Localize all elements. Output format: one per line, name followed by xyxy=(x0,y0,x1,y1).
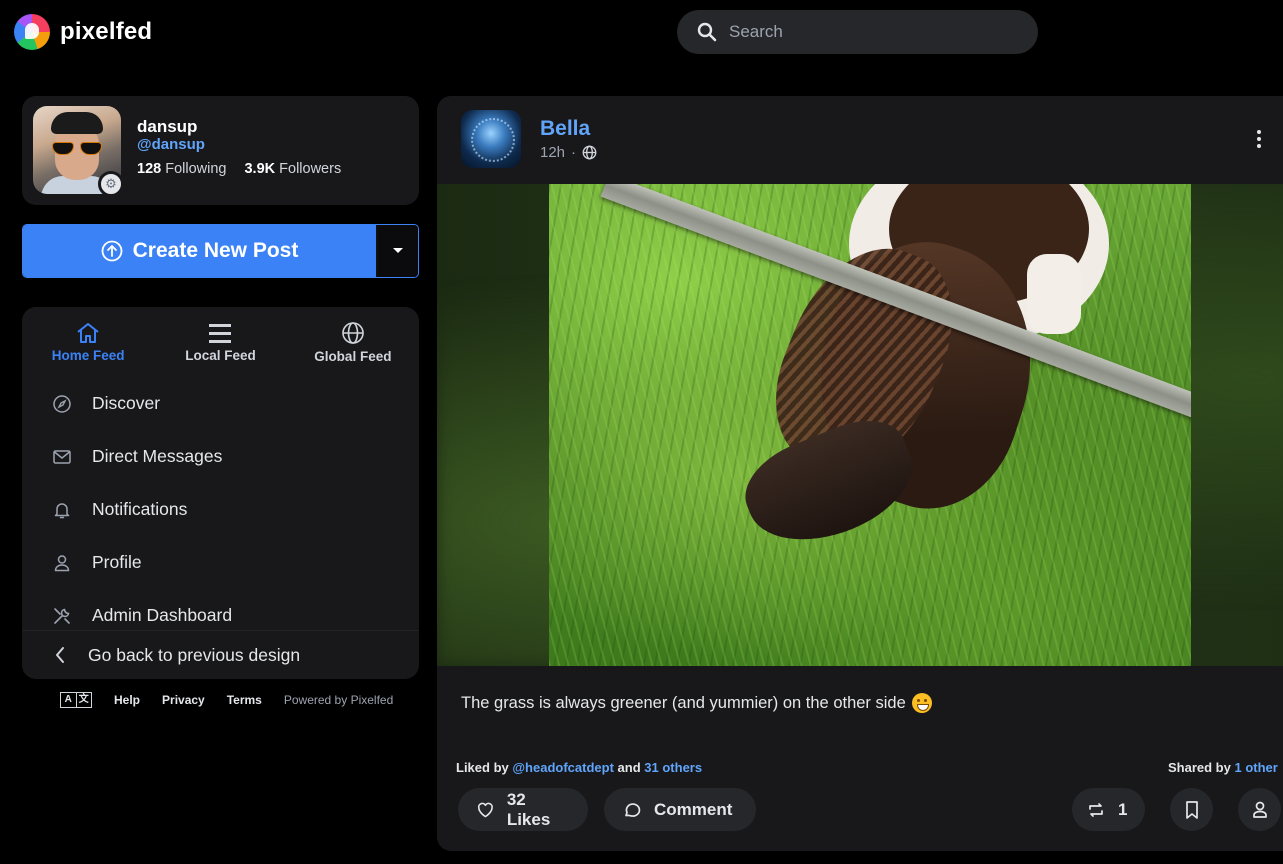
post-card: Bella 12h · The grass is always greener … xyxy=(437,96,1283,851)
create-new-post-label: Create New Post xyxy=(132,239,299,262)
post-caption: The grass is always greener (and yummier… xyxy=(461,693,932,713)
create-new-post-button[interactable]: Create New Post xyxy=(23,225,376,277)
following-stat[interactable]: 128 Following xyxy=(137,161,226,177)
profile-handle[interactable]: @dansup xyxy=(137,136,205,153)
bookmark-button[interactable] xyxy=(1170,788,1213,831)
share-button[interactable]: 1 xyxy=(1072,788,1145,831)
post-photo[interactable] xyxy=(549,184,1191,666)
globe-icon xyxy=(582,145,597,160)
post-meta: 12h · xyxy=(540,144,597,161)
user-icon xyxy=(54,554,70,571)
post-media[interactable] xyxy=(437,184,1283,666)
shared-by-line: Shared by 1 other xyxy=(1168,760,1278,775)
sidebar-item-profile[interactable]: Profile xyxy=(22,536,419,589)
back-to-previous-design-link[interactable]: Go back to previous design xyxy=(22,630,419,679)
comment-icon xyxy=(625,802,641,817)
privacy-link[interactable]: Privacy xyxy=(162,693,205,707)
terms-link[interactable]: Terms xyxy=(227,693,262,707)
profile-name[interactable]: dansup xyxy=(137,117,197,137)
settings-gear-icon[interactable]: ⚙ xyxy=(98,171,124,197)
tab-local-feed[interactable]: Local Feed xyxy=(154,307,286,377)
search-input[interactable] xyxy=(729,22,1009,42)
search-bar[interactable] xyxy=(677,10,1038,54)
profile-stats: 128 Following 3.9K Followers xyxy=(137,161,341,177)
feed-tabs: Home Feed Local Feed Global Feed xyxy=(22,307,419,377)
grin-emoji-icon xyxy=(911,693,932,713)
liked-by-user-link[interactable]: @headofcatdept xyxy=(512,760,614,775)
post-more-options-icon[interactable] xyxy=(1249,124,1269,154)
shared-by-others-link[interactable]: 1 other xyxy=(1234,760,1277,775)
liked-by-line: Liked by @headofcatdept and 31 others xyxy=(456,760,703,775)
followers-stat[interactable]: 3.9K Followers xyxy=(244,161,341,177)
bell-icon xyxy=(54,502,70,518)
help-link[interactable]: Help xyxy=(114,693,140,707)
search-icon xyxy=(697,22,717,42)
caret-down-icon xyxy=(393,248,403,253)
home-icon xyxy=(77,322,99,343)
liked-by-others-link[interactable]: 31 others xyxy=(644,760,702,775)
language-icon[interactable]: A文 xyxy=(60,692,92,708)
arrow-up-circle-icon xyxy=(101,240,123,262)
sidebar-item-direct-messages[interactable]: Direct Messages xyxy=(22,430,419,483)
tools-icon xyxy=(54,607,70,624)
post-timestamp[interactable]: 12h xyxy=(540,144,565,161)
repost-icon xyxy=(1089,802,1103,817)
pixelfed-logo[interactable]: pixelfed xyxy=(14,14,152,50)
chevron-left-icon xyxy=(56,647,64,663)
sidebar-item-notifications[interactable]: Notifications xyxy=(22,483,419,536)
post-author-avatar[interactable] xyxy=(461,110,521,168)
powered-by-link[interactable]: Powered by Pixelfed xyxy=(284,693,393,707)
post-author-name[interactable]: Bella xyxy=(540,117,590,141)
compass-icon xyxy=(53,394,71,413)
nav-list: Discover Direct Messages Notifications P… xyxy=(22,377,419,642)
create-options-dropdown[interactable] xyxy=(376,225,418,277)
globe-icon xyxy=(342,321,364,344)
list-icon xyxy=(209,323,232,343)
report-button[interactable] xyxy=(1238,788,1281,831)
envelope-icon xyxy=(53,449,71,464)
like-button[interactable]: 32 Likes xyxy=(458,788,588,831)
sidebar-item-discover[interactable]: Discover xyxy=(22,377,419,430)
tab-global-feed[interactable]: Global Feed xyxy=(287,307,419,377)
comment-button[interactable]: Comment xyxy=(604,788,756,831)
user-badge-icon xyxy=(1252,801,1267,818)
brand-name: pixelfed xyxy=(60,18,153,45)
heart-icon xyxy=(477,802,493,817)
tab-home-feed[interactable]: Home Feed xyxy=(22,307,154,377)
pixelfed-logo-icon xyxy=(14,14,50,50)
sidebar-footer: A文 Help Privacy Terms Powered by Pixelfe… xyxy=(60,692,393,708)
bookmark-icon xyxy=(1185,800,1198,819)
navigation-card: Home Feed Local Feed Global Feed Discove… xyxy=(22,307,419,679)
create-post-group: Create New Post xyxy=(22,224,419,278)
